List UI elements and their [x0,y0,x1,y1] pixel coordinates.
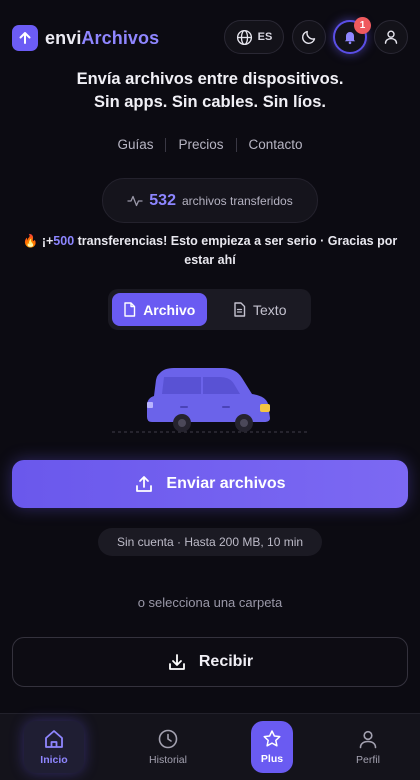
star-icon [263,730,281,747]
nav-historial-label: Historial [149,754,187,766]
milestone-message: 🔥 ¡+500 transferencias! Esto empieza a s… [20,232,400,270]
logo-suffix: Archivos [81,27,160,48]
car-illustration [110,366,310,438]
logo[interactable]: enviArchivos [12,25,159,51]
tagline: Envía archivos entre dispositivos. Sin a… [0,68,420,114]
tagline-line-1: Envía archivos entre dispositivos. [76,70,344,88]
nav-item-plus[interactable]: Plus [251,721,293,773]
select-folder-link[interactable]: o selecciona una carpeta [0,595,420,610]
logo-text: enviArchivos [45,28,159,49]
nav-item-historial[interactable]: Historial [138,721,198,773]
nav-divider [235,137,237,152]
account-button[interactable] [374,20,408,54]
activity-icon [127,195,143,206]
notifications-button[interactable]: 1 [333,17,371,54]
nav-links: Guías Precios Contacto [0,137,420,152]
milestone-number: 500 [53,234,75,248]
language-button[interactable]: ES [224,20,284,54]
user-icon [384,30,398,44]
tab-texto-label: Texto [253,301,287,318]
receive-button[interactable]: Recibir [12,637,408,687]
tab-texto[interactable]: Texto [213,293,308,326]
arrow-up-icon [12,25,38,51]
file-icon [124,302,136,317]
tagline-line-2: Sin apps. Sin cables. Sin líos. [94,93,326,111]
transfer-count-label: archivos transferidos [181,193,293,208]
nav-inicio-label: Inicio [40,754,68,766]
theme-toggle-button[interactable] [292,20,326,54]
send-files-label: Enviar archivos [166,475,286,492]
nav-link-guias[interactable]: Guías [117,137,153,152]
nav-perfil-label: Perfil [356,754,380,766]
moon-icon [301,30,316,45]
nav-divider [165,137,167,152]
bottom-nav: Inicio Historial Plus Perfil [0,713,420,780]
limit-info-badge: Sin cuenta · Hasta 200 MB, 10 min [98,528,322,556]
milestone-text: transferencias! Esto empieza a ser serio… [74,234,398,267]
tab-archivo-label: Archivo [143,301,196,318]
logo-prefix: envi [45,27,82,48]
globe-icon [236,29,252,45]
transfer-count: 532 [149,191,176,209]
clock-icon [158,729,178,749]
notification-badge: 1 [354,17,371,34]
transfer-counter: 532 archivos transferidos [102,178,318,223]
receive-label: Recibir [198,653,254,670]
user-icon [359,730,377,749]
language-label: ES [257,31,273,43]
upload-icon [136,476,153,492]
fire-icon: 🔥 [22,234,39,248]
nav-link-precios[interactable]: Precios [178,137,223,152]
download-icon [168,654,185,670]
milestone-prefix: ¡+ [41,234,54,248]
top-bar: enviArchivos ES 1 [12,17,408,58]
mode-toggle: Archivo Texto [108,289,311,330]
home-icon [45,730,63,748]
send-files-button[interactable]: Enviar archivos [12,460,408,508]
top-actions: ES 1 [224,17,408,54]
nav-item-perfil[interactable]: Perfil [338,721,398,773]
nav-item-inicio[interactable]: Inicio [24,721,84,773]
nav-plus-label: Plus [260,753,284,765]
tab-archivo[interactable]: Archivo [112,293,207,326]
document-text-icon [234,302,246,317]
nav-link-contacto[interactable]: Contacto [249,137,303,152]
